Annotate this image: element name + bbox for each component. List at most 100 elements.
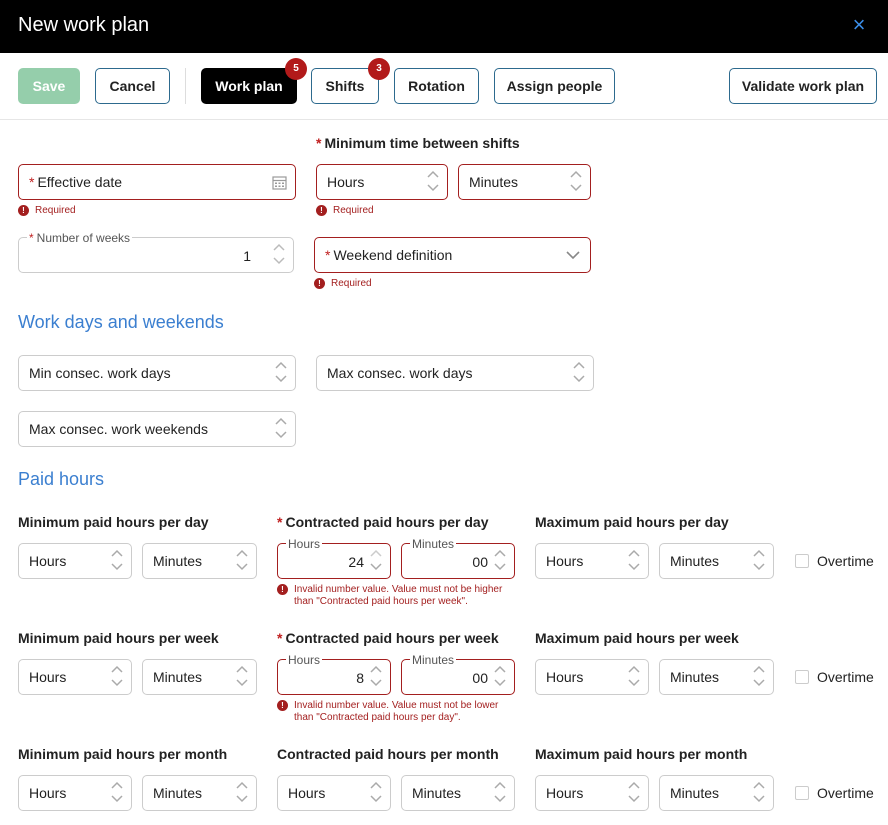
min-time-between-shifts-label: * Minimum time between shifts bbox=[316, 135, 520, 151]
chevron-down-icon[interactable] bbox=[752, 794, 766, 806]
max-consec-work-days-field[interactable]: Max consec. work days bbox=[316, 355, 594, 391]
chevron-down-icon[interactable] bbox=[627, 794, 641, 806]
chevron-up-icon[interactable] bbox=[110, 664, 124, 676]
chevron-down-icon[interactable] bbox=[752, 678, 766, 690]
chevron-up-icon[interactable] bbox=[493, 548, 507, 560]
validate-work-plan-button[interactable]: Validate work plan bbox=[729, 68, 877, 104]
chevron-up-icon[interactable] bbox=[627, 548, 641, 560]
min-week-hours-field[interactable]: Hours bbox=[18, 659, 132, 695]
contracted-week-hours-value: 8 bbox=[356, 670, 364, 686]
chevron-down-icon[interactable] bbox=[752, 562, 766, 574]
chevron-up-icon[interactable] bbox=[110, 780, 124, 792]
save-button[interactable]: Save bbox=[18, 68, 80, 104]
tab-work-plan[interactable]: Work plan bbox=[201, 68, 297, 104]
overtime-month-checkbox[interactable]: Overtime bbox=[795, 785, 874, 801]
min-week-minutes-field[interactable]: Minutes bbox=[142, 659, 257, 695]
chevron-up-icon[interactable] bbox=[274, 416, 288, 428]
chevron-down-icon[interactable] bbox=[566, 250, 580, 260]
min-consec-work-days-field[interactable]: Min consec. work days bbox=[18, 355, 296, 391]
chevron-up-icon[interactable] bbox=[572, 360, 586, 372]
chevron-down-icon[interactable] bbox=[110, 678, 124, 690]
chevron-down-icon[interactable] bbox=[274, 430, 288, 442]
checkbox[interactable] bbox=[795, 786, 809, 800]
chevron-up-icon[interactable] bbox=[274, 360, 288, 372]
contracted-day-minutes-field[interactable]: Minutes 00 bbox=[401, 537, 515, 579]
chevron-up-icon[interactable] bbox=[569, 169, 583, 181]
max-month-hours-field[interactable]: Hours bbox=[535, 775, 649, 811]
chevron-up-icon[interactable] bbox=[110, 548, 124, 560]
chevron-up-icon[interactable] bbox=[369, 548, 383, 560]
max-consec-work-weekends-field[interactable]: Max consec. work weekends bbox=[18, 411, 296, 447]
chevron-down-icon[interactable] bbox=[627, 678, 641, 690]
checkbox[interactable] bbox=[795, 554, 809, 568]
min-time-minutes-stepper[interactable] bbox=[569, 169, 583, 195]
contracted-week-minutes-value: 00 bbox=[472, 670, 488, 686]
chevron-down-icon[interactable] bbox=[369, 678, 383, 690]
min-time-hours-field[interactable]: Hours bbox=[316, 164, 448, 200]
chevron-up-icon[interactable] bbox=[752, 780, 766, 792]
chevron-down-icon[interactable] bbox=[426, 183, 440, 195]
close-icon[interactable]: × bbox=[848, 14, 870, 36]
chevron-up-icon[interactable] bbox=[235, 548, 249, 560]
error-icon: ! bbox=[316, 205, 327, 216]
chevron-up-icon[interactable] bbox=[627, 664, 641, 676]
chevron-up-icon[interactable] bbox=[235, 664, 249, 676]
chevron-down-icon[interactable] bbox=[110, 794, 124, 806]
chevron-down-icon[interactable] bbox=[274, 374, 288, 386]
cancel-button[interactable]: Cancel bbox=[95, 68, 170, 104]
max-day-hours-field[interactable]: Hours bbox=[535, 543, 649, 579]
min-time-hours-stepper[interactable] bbox=[426, 169, 440, 195]
chevron-down-icon[interactable] bbox=[493, 562, 507, 574]
chevron-down-icon[interactable] bbox=[493, 794, 507, 806]
contracted-month-hours-field[interactable]: Hours bbox=[277, 775, 391, 811]
chevron-down-icon[interactable] bbox=[235, 794, 249, 806]
tab-assign-people[interactable]: Assign people bbox=[494, 68, 615, 104]
max-month-minutes-field[interactable]: Minutes bbox=[659, 775, 774, 811]
chevron-down-icon[interactable] bbox=[569, 183, 583, 195]
chevron-up-icon[interactable] bbox=[426, 169, 440, 181]
contracted-week-error: ! Invalid number value. Value must not be… bbox=[277, 700, 504, 724]
chevron-down-icon[interactable] bbox=[369, 794, 383, 806]
min-month-minutes-field[interactable]: Minutes bbox=[142, 775, 257, 811]
chevron-up-icon[interactable] bbox=[493, 664, 507, 676]
max-day-minutes-field[interactable]: Minutes bbox=[659, 543, 774, 579]
contracted-day-hours-field[interactable]: Hours 24 bbox=[277, 537, 391, 579]
chevron-down-icon[interactable] bbox=[369, 562, 383, 574]
chevron-down-icon[interactable] bbox=[235, 562, 249, 574]
contracted-week-hours-field[interactable]: Hours 8 bbox=[277, 653, 391, 695]
chevron-up-icon[interactable] bbox=[752, 664, 766, 676]
chevron-up-icon[interactable] bbox=[627, 780, 641, 792]
min-day-hours-field[interactable]: Hours bbox=[18, 543, 132, 579]
number-of-weeks-field[interactable]: * Number of weeks 1 bbox=[18, 231, 294, 273]
number-of-weeks-stepper[interactable] bbox=[272, 242, 286, 268]
chevron-down-icon[interactable] bbox=[110, 562, 124, 574]
min-month-hours-field[interactable]: Hours bbox=[18, 775, 132, 811]
overtime-day-checkbox[interactable]: Overtime bbox=[795, 553, 874, 569]
contracted-month-minutes-field[interactable]: Minutes bbox=[401, 775, 515, 811]
chevron-up-icon[interactable] bbox=[369, 780, 383, 792]
window-title: New work plan bbox=[18, 14, 150, 36]
max-week-hours-field[interactable]: Hours bbox=[535, 659, 649, 695]
chevron-down-icon[interactable] bbox=[235, 678, 249, 690]
checkbox[interactable] bbox=[795, 670, 809, 684]
chevron-down-icon[interactable] bbox=[627, 562, 641, 574]
chevron-up-icon[interactable] bbox=[235, 780, 249, 792]
chevron-down-icon[interactable] bbox=[572, 374, 586, 386]
chevron-up-icon[interactable] bbox=[752, 548, 766, 560]
contracted-week-minutes-field[interactable]: Minutes 00 bbox=[401, 653, 515, 695]
calendar-icon[interactable] bbox=[272, 175, 287, 190]
effective-date-error: ! Required bbox=[18, 205, 76, 216]
chevron-down-icon[interactable] bbox=[493, 678, 507, 690]
chevron-up-icon[interactable] bbox=[493, 780, 507, 792]
weekend-definition-select[interactable]: * Weekend definition bbox=[314, 237, 591, 273]
overtime-week-checkbox[interactable]: Overtime bbox=[795, 669, 874, 685]
min-day-minutes-field[interactable]: Minutes bbox=[142, 543, 257, 579]
chevron-up-icon[interactable] bbox=[369, 664, 383, 676]
min-paid-hours-month-label: Minimum paid hours per month bbox=[18, 746, 228, 762]
effective-date-field[interactable]: * Effective date bbox=[18, 164, 296, 200]
tab-rotation[interactable]: Rotation bbox=[394, 68, 479, 104]
min-time-minutes-field[interactable]: Minutes bbox=[458, 164, 591, 200]
chevron-down-icon[interactable] bbox=[272, 256, 286, 268]
chevron-up-icon[interactable] bbox=[272, 242, 286, 254]
max-week-minutes-field[interactable]: Minutes bbox=[659, 659, 774, 695]
